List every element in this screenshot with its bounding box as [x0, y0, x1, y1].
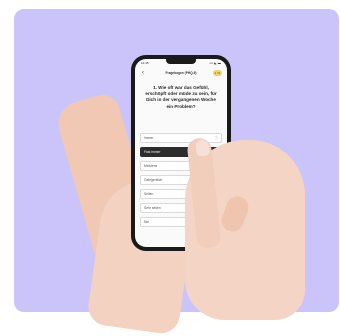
option-immer[interactable]: Immer ⓘ: [140, 133, 222, 143]
option-label: Immer: [144, 136, 154, 140]
option-label: Gelegentlich: [144, 178, 163, 182]
option-label: Sehr selten: [144, 206, 161, 210]
option-label: Nie: [144, 220, 149, 224]
screen-title: Fragebogen (PHQ-9): [165, 71, 197, 75]
status-time: 12:45: [141, 61, 149, 65]
option-label: Selten: [144, 192, 154, 196]
fingernail: [195, 139, 210, 157]
back-arrow-icon[interactable]: ‹: [142, 70, 144, 76]
option-label: Fast immer: [144, 150, 161, 154]
info-icon[interactable]: ⓘ: [215, 136, 219, 141]
option-label: Meistens: [144, 164, 158, 168]
signal-battery-icon: ▪▪▪ ◣ ▬: [209, 61, 221, 65]
question-text: 1. Wie oft war das Gefühl, erschöpft ode…: [145, 85, 217, 109]
progress-badge: 1 / 9: [212, 70, 222, 76]
nav-bar: ‹ Fragebogen (PHQ-9) 1 / 9: [135, 68, 227, 78]
status-bar: 12:45 ▪▪▪ ◣ ▬: [141, 61, 221, 66]
